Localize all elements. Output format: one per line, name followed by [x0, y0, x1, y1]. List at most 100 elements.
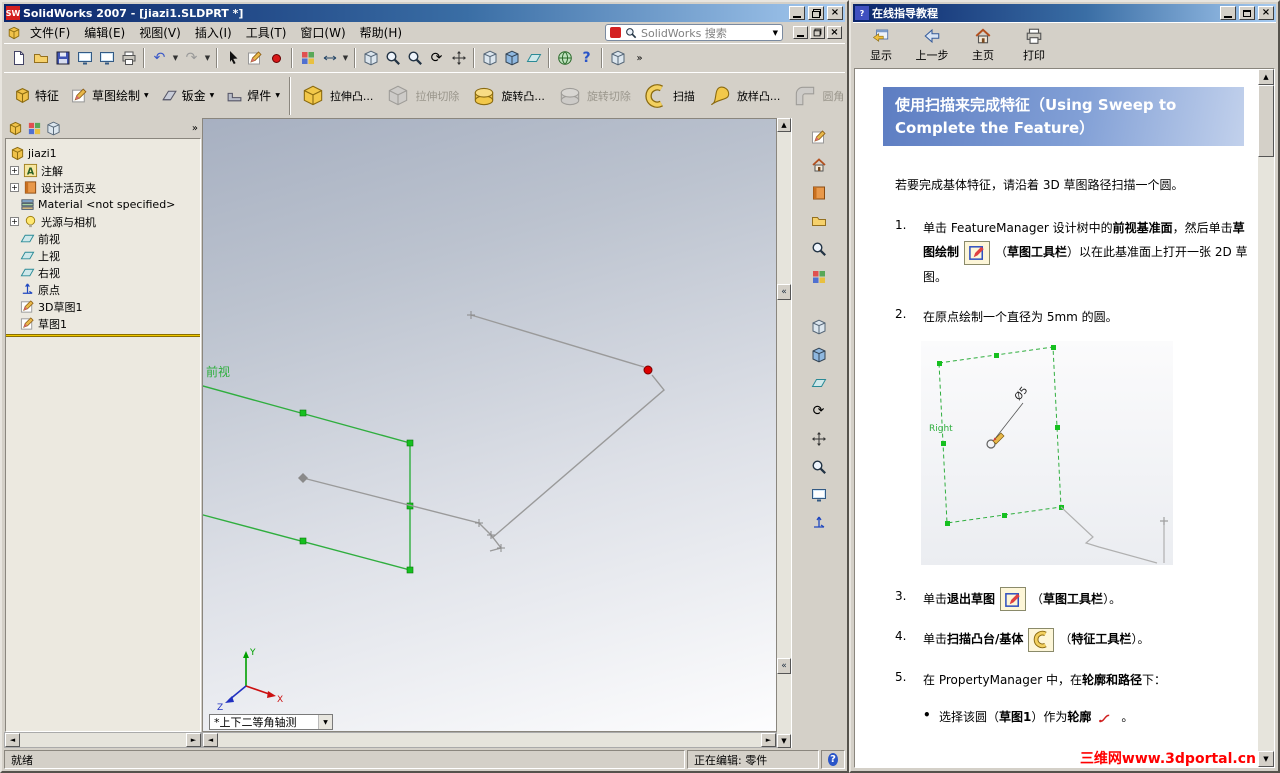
- section-view-button[interactable]: [523, 48, 544, 69]
- more-commands-chevron[interactable]: »: [629, 48, 650, 69]
- zoom-area-button[interactable]: [382, 48, 403, 69]
- graphics-area[interactable]: 前视 Y X Z *上下二等角轴测 ▼: [202, 118, 777, 732]
- zoom-fit-icon[interactable]: [807, 456, 831, 478]
- file-explorer-icon[interactable]: [807, 210, 831, 232]
- panel-chevron-icon[interactable]: »: [192, 123, 198, 134]
- menu-window[interactable]: 窗口(W): [293, 22, 352, 43]
- rotate-view-icon[interactable]: ⟳: [807, 400, 831, 422]
- scroll-left-icon[interactable]: ◄: [5, 733, 20, 747]
- view-orientation-box[interactable]: *上下二等角轴测 ▼: [209, 714, 333, 730]
- menu-edit[interactable]: 编辑(E): [77, 22, 132, 43]
- expand-icon[interactable]: +: [10, 217, 19, 226]
- extrude-cut-button[interactable]: 拉伸切除: [379, 76, 465, 116]
- menu-view[interactable]: 视图(V): [132, 22, 188, 43]
- menu-help[interactable]: 帮助(H): [353, 22, 409, 43]
- viewport-horizontal-scrollbar[interactable]: ◄ ►: [202, 732, 777, 748]
- shaded-button[interactable]: [501, 48, 522, 69]
- tree-item-right-plane[interactable]: 右视: [6, 264, 200, 281]
- standard-views-icon[interactable]: [807, 316, 831, 338]
- menu-file[interactable]: 文件(F): [23, 22, 77, 43]
- mdi-restore-button[interactable]: [810, 26, 825, 39]
- fillet-button[interactable]: 圆角: [786, 76, 850, 116]
- tutorial-titlebar[interactable]: ? 在线指导教程 ×: [853, 4, 1276, 22]
- revolve-cut-button[interactable]: 旋转切除: [551, 76, 637, 116]
- mdi-close-button[interactable]: ×: [827, 26, 842, 39]
- restore-button[interactable]: [808, 6, 824, 20]
- scene-button[interactable]: [554, 48, 575, 69]
- open-button[interactable]: [30, 48, 51, 69]
- make-drawing-button[interactable]: [74, 48, 95, 69]
- tree-horizontal-scrollbar[interactable]: ◄ ►: [4, 732, 202, 748]
- tree-item-annotations[interactable]: + 注解: [6, 162, 200, 179]
- scroll-up-icon[interactable]: ▲: [777, 118, 791, 132]
- help-button[interactable]: ?: [576, 48, 597, 69]
- back-button[interactable]: 上一步: [908, 25, 956, 65]
- tree-item-origin[interactable]: 原点: [6, 281, 200, 298]
- search-tab-icon[interactable]: [807, 238, 831, 260]
- show-button[interactable]: 显示: [857, 25, 905, 65]
- featuremanager-tab-icon[interactable]: [8, 121, 23, 136]
- view-palette-icon[interactable]: [807, 266, 831, 288]
- view-orientation-button[interactable]: [607, 48, 628, 69]
- scroll-down-icon[interactable]: ▼: [777, 734, 791, 748]
- configurationmanager-tab-icon[interactable]: [46, 121, 61, 136]
- view-orientation-dropdown-icon[interactable]: ▼: [318, 715, 332, 729]
- save-button[interactable]: [52, 48, 73, 69]
- appearance-button[interactable]: [297, 48, 318, 69]
- revolve-boss-button[interactable]: 旋转凸...: [465, 76, 551, 116]
- design-library-icon[interactable]: [807, 182, 831, 204]
- expand-icon[interactable]: +: [10, 166, 19, 175]
- status-help[interactable]: ?: [821, 750, 845, 769]
- tree-item-top-plane[interactable]: 上视: [6, 247, 200, 264]
- scroll-right-icon[interactable]: ►: [761, 733, 776, 747]
- expand-icon[interactable]: +: [10, 183, 19, 192]
- scroll-left-icon[interactable]: ◄: [203, 733, 218, 747]
- dimension-dropdown-icon[interactable]: ▼: [341, 48, 350, 69]
- scrollbar-thumb[interactable]: [1258, 85, 1274, 157]
- edit-color-icon[interactable]: [807, 126, 831, 148]
- tab-sheet-metal[interactable]: 钣金 ▼: [155, 84, 221, 107]
- propertymanager-tab-icon[interactable]: [27, 121, 42, 136]
- loft-button[interactable]: 放样凸...: [701, 76, 787, 116]
- tutorial-close-button[interactable]: ×: [1258, 6, 1274, 20]
- extrude-boss-button[interactable]: 拉伸凸...: [294, 76, 380, 116]
- home-button[interactable]: 主页: [959, 25, 1007, 65]
- new-document-button[interactable]: [8, 48, 29, 69]
- tree-item-lights-cameras[interactable]: + 光源与相机: [6, 213, 200, 230]
- camera-icon[interactable]: [807, 484, 831, 506]
- tab-features[interactable]: 特征: [8, 84, 65, 107]
- close-button[interactable]: ×: [827, 6, 843, 20]
- solidworks-search[interactable]: SolidWorks 搜索 ▼: [605, 24, 783, 41]
- collapse-task-pane-button[interactable]: «: [777, 284, 791, 300]
- pan-view-icon[interactable]: [807, 428, 831, 450]
- zoom-fit-button[interactable]: [360, 48, 381, 69]
- tree-item-design-binder[interactable]: + 设计活页夹: [6, 179, 200, 196]
- wireframe-button[interactable]: [479, 48, 500, 69]
- tab-sketch[interactable]: 草图绘制 ▼: [65, 84, 155, 107]
- sweep-button[interactable]: 扫描: [637, 76, 701, 116]
- tree-item-material[interactable]: Material <not specified>: [6, 196, 200, 213]
- minimize-button[interactable]: [789, 6, 805, 20]
- sketch-button[interactable]: [244, 48, 265, 69]
- tree-item-front-plane[interactable]: 前视: [6, 230, 200, 247]
- tab-weldments[interactable]: 焊件 ▼: [220, 84, 286, 107]
- solidworks-resources-icon[interactable]: [807, 154, 831, 176]
- dimension-button[interactable]: [319, 48, 340, 69]
- print-button[interactable]: 打印: [1010, 25, 1058, 65]
- pan-button[interactable]: [448, 48, 469, 69]
- scroll-right-icon[interactable]: ►: [186, 733, 201, 747]
- shaded-view-icon[interactable]: [807, 344, 831, 366]
- section-view-icon[interactable]: [807, 372, 831, 394]
- undo-dropdown-icon[interactable]: ▼: [171, 48, 180, 69]
- tree-root[interactable]: jiazi1: [6, 145, 200, 162]
- redo-button[interactable]: ↷: [181, 48, 202, 69]
- viewport-vertical-scrollbar[interactable]: ▲ ▼ « «: [777, 118, 791, 748]
- tutorial-maximize-button[interactable]: [1239, 6, 1255, 20]
- menu-tools[interactable]: 工具(T): [239, 22, 294, 43]
- rotate-view-button[interactable]: ⟳: [426, 48, 447, 69]
- zoom-in-out-button[interactable]: [404, 48, 425, 69]
- select-button[interactable]: [222, 48, 243, 69]
- search-dropdown-icon[interactable]: ▼: [773, 29, 778, 37]
- scroll-down-icon[interactable]: ▼: [1258, 751, 1274, 767]
- mdi-minimize-button[interactable]: [793, 26, 808, 39]
